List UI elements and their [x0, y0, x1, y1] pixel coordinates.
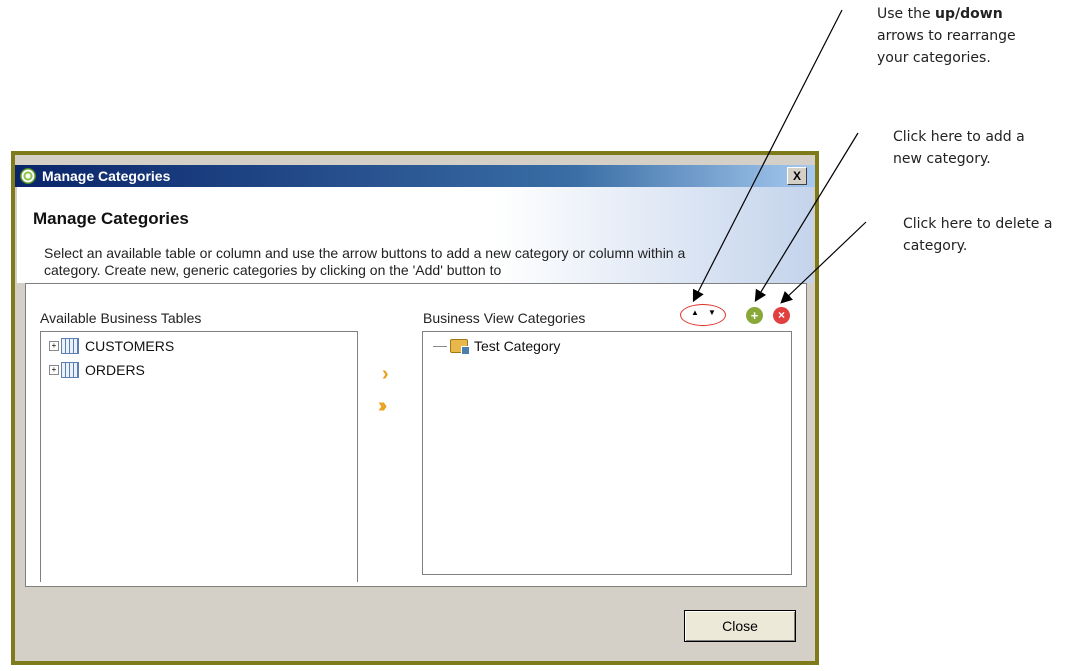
- annotation-pointers: [692, 9, 867, 304]
- pointer-add: [754, 132, 859, 303]
- pointer-delete: [780, 221, 867, 304]
- pointer-updown: [692, 9, 843, 303]
